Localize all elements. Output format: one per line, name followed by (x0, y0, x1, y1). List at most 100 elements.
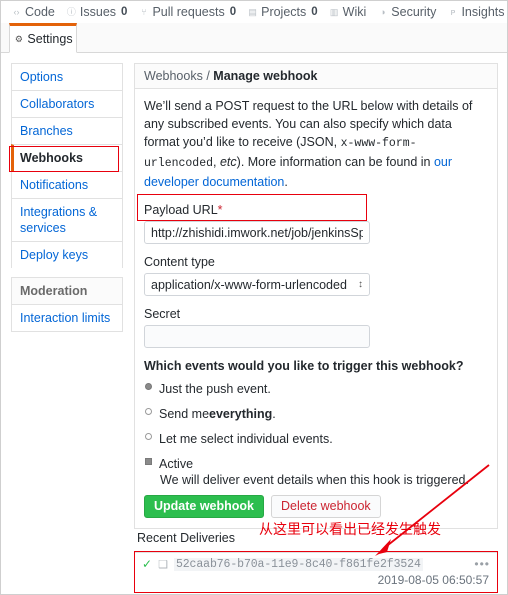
secret-field: Secret (144, 307, 488, 348)
nav-tab-security[interactable]: ◑ Security (377, 5, 436, 19)
annotation-note-text: 从这里可以看出已经发生触发 (259, 522, 441, 538)
radio-label-prefix: Send me (159, 407, 210, 421)
projects-count: 0 (311, 6, 318, 18)
sidebar-item-label: Branches (20, 124, 73, 138)
radio-option-send-everything[interactable]: Send me everything. (144, 407, 488, 421)
webhook-description: We’ll send a POST request to the URL bel… (144, 97, 488, 191)
active-label: Active (159, 457, 194, 471)
checkbox-icon[interactable] (145, 458, 152, 465)
sidebar-item-branches[interactable]: Branches (11, 117, 123, 144)
radio-label: Let me select individual events. (159, 432, 333, 446)
radio-icon[interactable] (145, 433, 152, 440)
description-italic: etc (219, 155, 237, 169)
delete-webhook-button[interactable]: Delete webhook (271, 495, 381, 518)
recent-deliveries-title: Recent Deliveries (137, 531, 235, 545)
package-icon: ❑ (158, 558, 168, 571)
chevron-updown-icon: ↕ (358, 279, 363, 290)
sidebar-item-label: Collaborators (20, 97, 95, 111)
recent-deliveries-list: ✓ ❑ 52caab76-b70a-11e9-8c40-f861fe2f3524… (134, 552, 498, 590)
sidebar-item-interaction-limits[interactable]: Interaction limits (11, 304, 123, 332)
sidebar-item-integrations-services[interactable]: Integrations & services (11, 198, 123, 241)
required-asterisk: * (217, 203, 223, 217)
radio-label-suffix: . (272, 407, 276, 421)
nav-tab-issues[interactable]: ⓘ Issues 0 (66, 5, 128, 19)
check-icon: ✓ (142, 557, 153, 571)
nav-tab-projects[interactable]: ▤ Projects 0 (247, 5, 318, 19)
content-type-select[interactable]: application/x-www-form-urlencoded ↕ (144, 273, 370, 296)
breadcrumb: Webhooks / Manage webhook (135, 64, 497, 89)
book-icon: ▥ (329, 6, 339, 17)
content-type-value: application/x-www-form-urlencoded (151, 277, 347, 292)
payload-url-label: Payload URL* (144, 203, 488, 217)
sidebar-item-label: Deploy keys (20, 248, 89, 262)
active-note: We will deliver event details when this … (160, 473, 469, 487)
description-part4: . (284, 175, 288, 189)
breadcrumb-current: Manage webhook (213, 69, 318, 83)
github-webhook-settings-page: ‹› Code ⓘ Issues 0 ⑂ Pull requests 0 ▤ P… (0, 0, 508, 595)
tab-settings-label: Settings (27, 32, 73, 46)
radio-label: Just the push event. (159, 382, 271, 396)
sidebar-item-notifications[interactable]: Notifications (11, 171, 123, 198)
payload-url-input[interactable] (144, 221, 370, 244)
manage-webhook-panel: Webhooks / Manage webhook We’ll send a P… (134, 63, 498, 529)
settings-sidebar: Options Collaborators Branches Webhooks … (11, 63, 123, 332)
settings-tab-row: ⚙ Settings (1, 23, 507, 53)
payload-url-label-text: Payload URL (144, 203, 218, 217)
sidebar-item-label: Integrations & services (20, 205, 98, 235)
gear-icon: ⚙ (14, 33, 23, 44)
delivery-id[interactable]: 52caab76-b70a-11e9-8c40-f861fe2f3524 (173, 557, 423, 571)
sidebar-item-label: Webhooks (20, 151, 83, 165)
content-type-label: Content type (144, 255, 215, 269)
sidebar-item-label: Interaction limits (20, 311, 111, 325)
project-board-icon: ▤ (248, 6, 257, 17)
nav-tab-insights[interactable]: ᴘ Insights (447, 5, 505, 19)
issue-opened-icon: ⓘ (66, 6, 76, 17)
radio-icon[interactable] (145, 408, 152, 415)
sidebar-item-options[interactable]: Options (11, 63, 123, 90)
git-pull-request-icon: ⑂ (141, 6, 147, 17)
secret-label: Secret (144, 307, 181, 321)
kebab-menu-icon[interactable]: ••• (474, 557, 490, 571)
breadcrumb-parent[interactable]: Webhooks (144, 69, 203, 83)
sidebar-group-label: Moderation (20, 284, 88, 298)
sidebar-item-webhooks[interactable]: Webhooks (11, 144, 123, 171)
content-type-field: Content type application/x-www-form-urle… (144, 255, 488, 296)
panel-body: We’ll send a POST request to the URL bel… (135, 89, 497, 528)
radio-option-individual-events[interactable]: Let me select individual events. (144, 432, 488, 446)
nav-tab-label: Insights (461, 5, 505, 19)
form-buttons: Update webhook Delete webhook (144, 495, 488, 518)
breadcrumb-separator: / (206, 69, 210, 83)
sidebar-item-collaborators[interactable]: Collaborators (11, 90, 123, 117)
nav-tab-wiki[interactable]: ▥ Wiki (329, 5, 366, 19)
description-part3: ). More information can be found in (236, 155, 434, 169)
graph-icon: ᴘ (450, 6, 456, 17)
nav-tab-label: Issues (79, 5, 117, 19)
secret-input[interactable] (144, 325, 370, 348)
nav-tab-label: Code (25, 5, 55, 19)
radio-label-bold: everything (209, 407, 273, 421)
nav-tab-pull-requests[interactable]: ⑂ Pull requests 0 (138, 5, 236, 19)
payload-url-field: Payload URL* (144, 203, 488, 244)
tab-settings[interactable]: ⚙ Settings (9, 23, 77, 53)
repo-nav: ‹› Code ⓘ Issues 0 ⑂ Pull requests 0 ▤ P… (1, 1, 507, 23)
description-part1: We’ll send a POST request to the URL bel… (144, 99, 473, 149)
sidebar-item-label: Options (20, 70, 64, 84)
issues-count: 0 (121, 6, 128, 18)
nav-tab-code[interactable]: ‹› Code (11, 5, 55, 19)
events-question: Which events would you like to trigger t… (144, 359, 464, 373)
sidebar-item-deploy-keys[interactable]: Deploy keys (11, 241, 123, 268)
sidebar-item-label: Notifications (20, 178, 89, 192)
description-part2: , (213, 155, 220, 169)
code-icon: ‹› (13, 6, 20, 17)
delivery-row[interactable]: ✓ ❑ 52caab76-b70a-11e9-8c40-f861fe2f3524… (134, 553, 498, 573)
pull-requests-count: 0 (229, 6, 237, 18)
sidebar-group-moderation: Moderation (11, 277, 123, 304)
radio-icon[interactable] (145, 383, 152, 390)
update-webhook-button[interactable]: Update webhook (144, 495, 265, 518)
shield-icon: ◑ (380, 6, 386, 17)
nav-tab-label: Pull requests (152, 5, 225, 19)
radio-option-push-event[interactable]: Just the push event. (144, 382, 488, 396)
active-checkbox-row[interactable]: Active (144, 457, 488, 471)
delivery-timestamp: 2019-08-05 06:50:57 (377, 573, 489, 587)
